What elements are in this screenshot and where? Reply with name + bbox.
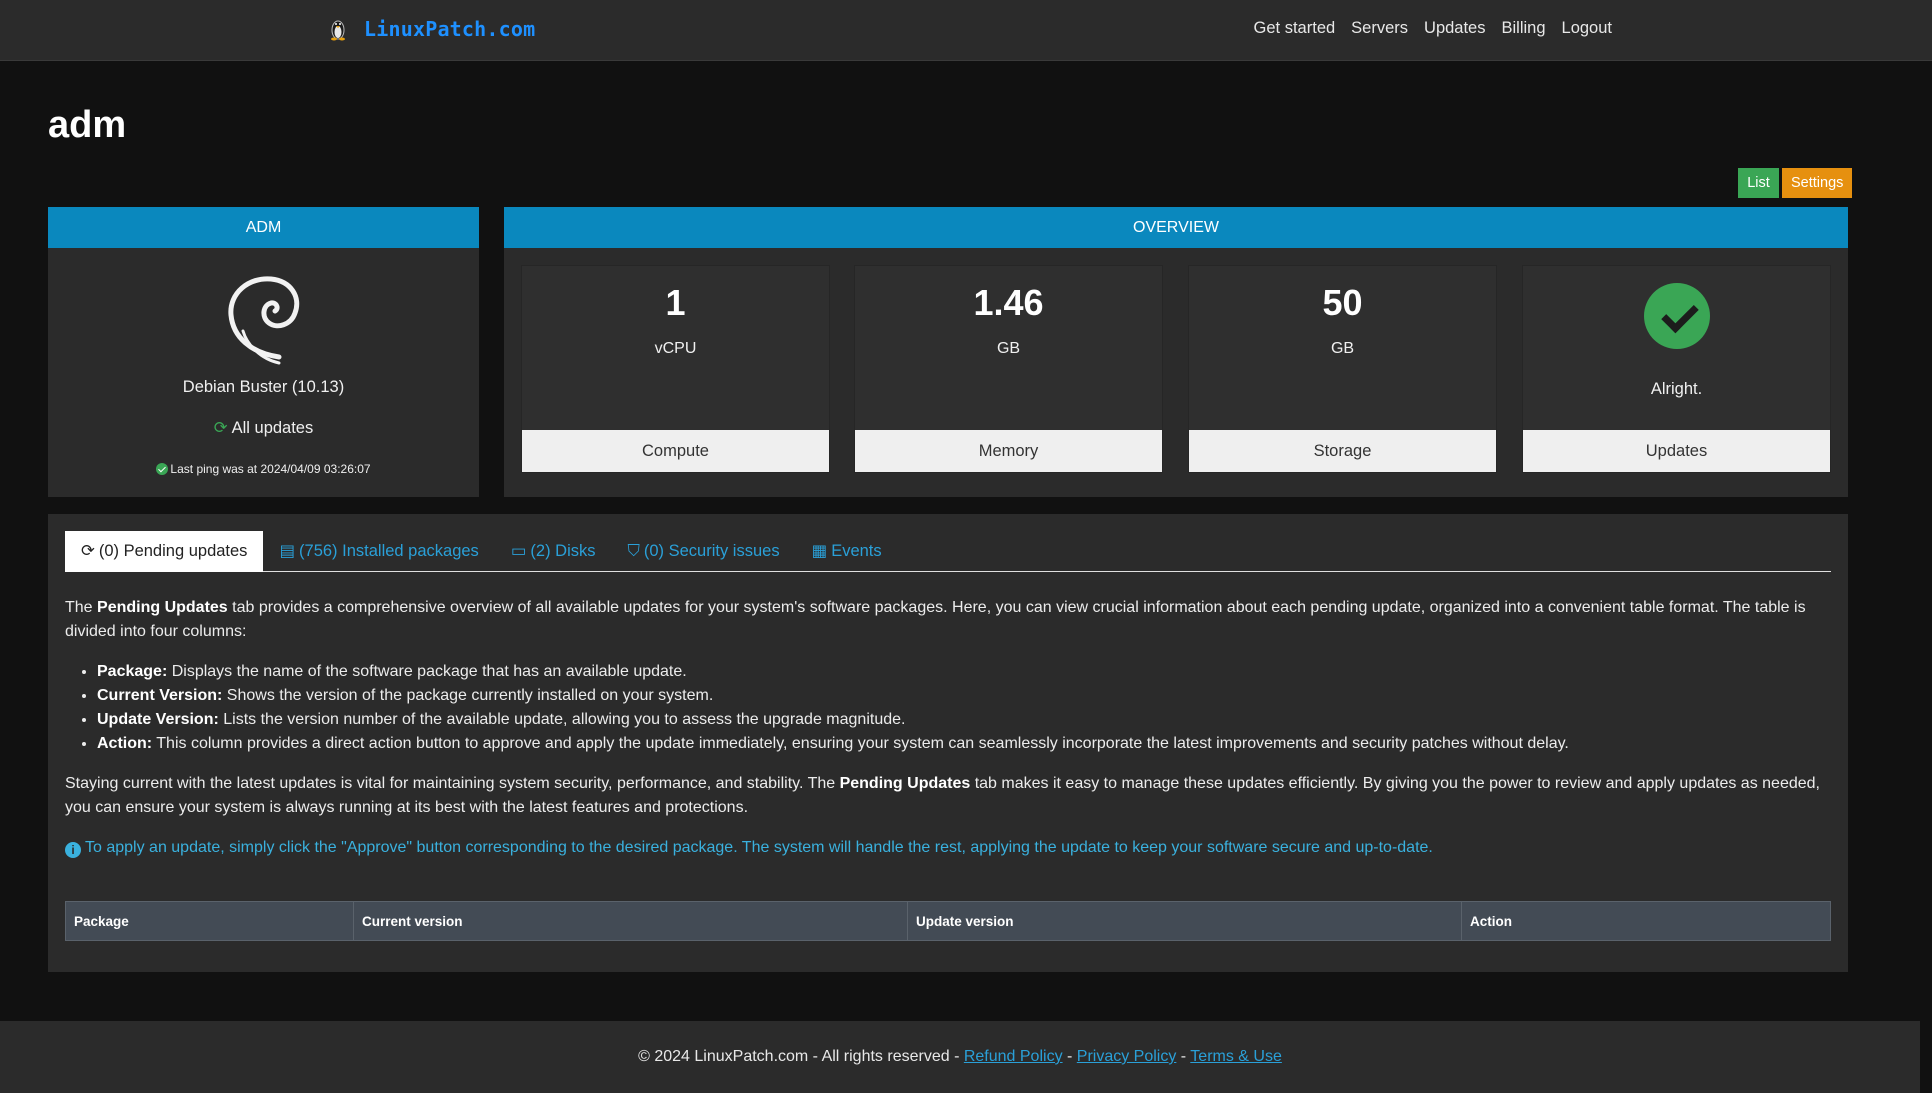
column-list: Package: Displays the name of the softwa… (97, 660, 1831, 756)
tab-pending-updates[interactable]: ⟳ (0) Pending updates (65, 531, 264, 572)
footer-separator: - (1176, 1048, 1191, 1065)
refund-policy-link[interactable]: Refund Policy (964, 1048, 1063, 1065)
last-ping: Last ping was at 2024/04/09 03:26:07 (48, 462, 479, 476)
storage-stat: 50 GB Storage (1188, 265, 1497, 473)
list-term: Current Version: (97, 687, 223, 704)
intro-paragraph: The Pending Updates tab provides a compr… (65, 596, 1831, 644)
list-term: Action: (97, 735, 153, 752)
intro-text: The (65, 599, 98, 616)
storage-button[interactable]: Storage (1189, 430, 1496, 472)
list-desc: Shows the version of the package current… (222, 687, 714, 704)
brand-link[interactable]: LinuxPatch.com (328, 16, 535, 42)
list-term: Package: (97, 663, 168, 680)
intro-text: tab provides a comprehensive overview of… (65, 599, 1806, 640)
debian-logo-icon (228, 276, 300, 365)
pending-updates-description: The Pending Updates tab provides a compr… (65, 596, 1831, 876)
tab-label: (0) Pending updates (98, 542, 248, 560)
tab-installed-packages[interactable]: ▤ (756) Installed packages (263, 531, 494, 572)
tab-disks[interactable]: ▭ (2) Disks (495, 531, 612, 572)
tab-label: (0) Security issues (643, 542, 780, 560)
tux-logo-icon (331, 20, 345, 41)
col-action[interactable]: Action (1461, 901, 1831, 941)
settings-button[interactable]: Settings (1782, 168, 1852, 198)
outro-text: Staying current with the latest updates … (65, 775, 840, 792)
page-title: adm (48, 104, 127, 146)
overview-card: OVERVIEW 1 vCPU Compute 1.46 GB Memory 5… (504, 207, 1848, 497)
os-name: Debian Buster (10.13) (182, 378, 345, 396)
tab-events[interactable]: ▦ Events (796, 531, 898, 572)
table-header-row: Package Current version Update version A… (65, 901, 1831, 941)
terms-link[interactable]: Terms & Use (1190, 1048, 1282, 1065)
memory-unit: GB (996, 340, 1021, 357)
tab-label: (756) Installed packages (299, 542, 479, 560)
footer: © 2024 LinuxPatch.com - All rights reser… (0, 1021, 1920, 1093)
tab-security-issues[interactable]: ⛉ (0) Security issues (612, 531, 796, 572)
sync-icon: ⟳ (213, 419, 228, 437)
copyright-text: © 2024 LinuxPatch.com - All rights reser… (638, 1048, 964, 1065)
last-ping-text: Last ping was at 2024/04/09 03:26:07 (170, 462, 371, 476)
server-card: ADM Debian Buster (10.13) ⟳ All updates L… (48, 207, 479, 497)
details-panel: ⟳ (0) Pending updates ▤ (756) Installed pa… (48, 514, 1848, 972)
compute-unit: vCPU (654, 340, 697, 357)
server-card-header: ADM (48, 207, 479, 248)
compute-stat: 1 vCPU Compute (521, 265, 830, 473)
col-current-version[interactable]: Current version (353, 901, 908, 941)
details-tabs: ⟳ (0) Pending updates ▤ (756) Installed pa… (65, 531, 1831, 572)
updates-stat: Alright. Updates (1522, 265, 1831, 473)
col-update-version[interactable]: Update version (907, 901, 1462, 941)
list-term: Update Version: (97, 711, 219, 728)
calendar-icon: ▦ (811, 542, 828, 560)
archive-icon: ▤ (279, 542, 296, 560)
list-item: Update Version: Lists the version number… (97, 708, 1831, 732)
list-item: Package: Displays the name of the softwa… (97, 660, 1831, 684)
col-package[interactable]: Package (65, 901, 354, 941)
intro-emphasis: Pending Updates (97, 599, 228, 616)
list-desc: This column provides a direct action but… (152, 735, 1569, 752)
info-icon: i (65, 842, 81, 858)
list-desc: Displays the name of the software packag… (167, 663, 687, 680)
list-item: Action: This column provides a direct ac… (97, 732, 1831, 756)
nav-updates[interactable]: Updates (1424, 19, 1485, 38)
update-mode: ⟳ All updates (48, 418, 479, 438)
memory-value: 1.46 (973, 282, 1044, 323)
updates-status: Alright. (1650, 380, 1703, 398)
tab-label: (2) Disks (530, 542, 596, 560)
nav-billing[interactable]: Billing (1502, 19, 1546, 38)
outro-paragraph: Staying current with the latest updates … (65, 772, 1831, 820)
overview-card-header: OVERVIEW (504, 207, 1848, 248)
update-mode-label: All updates (231, 419, 314, 437)
outro-emphasis: Pending Updates (839, 775, 971, 792)
compute-button[interactable]: Compute (522, 430, 829, 472)
nav-get-started[interactable]: Get started (1254, 19, 1336, 38)
list-button[interactable]: List (1738, 168, 1779, 198)
nav-links: Get started Servers Updates Billing Logo… (1254, 19, 1612, 38)
memory-button[interactable]: Memory (855, 430, 1162, 472)
check-circle-icon (1644, 283, 1710, 349)
nav-servers[interactable]: Servers (1351, 19, 1408, 38)
brand-name: LinuxPatch.com (364, 17, 536, 41)
pending-updates-table: Package Current version Update version A… (65, 901, 1831, 941)
compute-value: 1 (665, 282, 686, 323)
list-desc: Lists the version number of the availabl… (218, 711, 906, 728)
nav-logout[interactable]: Logout (1562, 19, 1612, 38)
storage-value: 50 (1322, 282, 1363, 323)
privacy-policy-link[interactable]: Privacy Policy (1077, 1048, 1177, 1065)
tab-label: Events (831, 542, 882, 560)
updates-button[interactable]: Updates (1523, 430, 1830, 472)
shield-icon: ⛉ (627, 542, 640, 560)
info-text: To apply an update, simply click the "Ap… (85, 839, 1433, 856)
list-item: Current Version: Shows the version of th… (97, 684, 1831, 708)
footer-separator: - (1062, 1048, 1077, 1065)
top-navbar: LinuxPatch.com Get started Servers Updat… (0, 0, 1932, 61)
info-note: i To apply an update, simply click the "A… (65, 836, 1831, 860)
hdd-icon: ▭ (510, 542, 527, 560)
check-circle-icon (156, 463, 169, 475)
memory-stat: 1.46 GB Memory (854, 265, 1163, 473)
sync-icon: ⟳ (81, 542, 95, 560)
storage-unit: GB (1330, 340, 1355, 357)
